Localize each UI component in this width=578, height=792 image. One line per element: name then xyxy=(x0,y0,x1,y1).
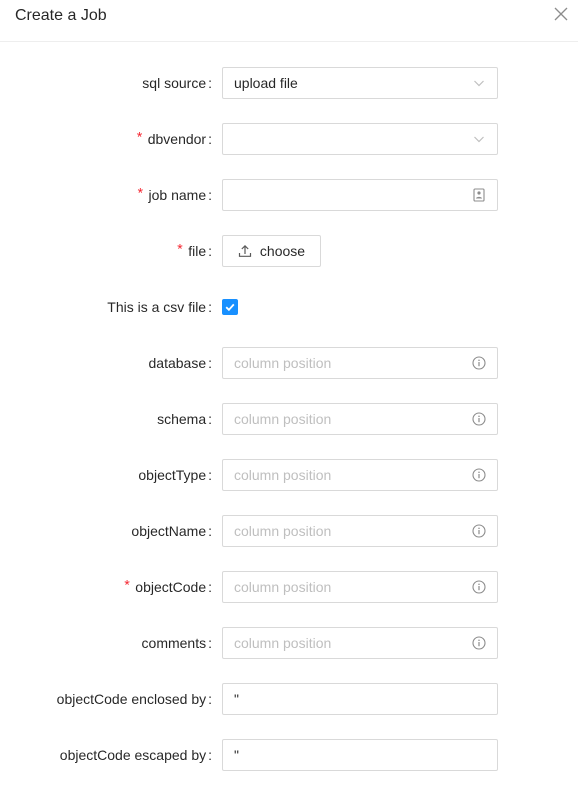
modal-header: Create a Job xyxy=(0,0,578,42)
form-row-object-name: objectName: column position xyxy=(0,515,578,547)
info-circle-icon[interactable] xyxy=(471,411,487,427)
dbvendor-label: * dbvendor: xyxy=(135,131,212,147)
object-type-label-text: objectType xyxy=(138,467,207,483)
form-row-escaped-by: objectCode escaped by: " xyxy=(0,739,578,771)
info-circle-icon[interactable] xyxy=(471,579,487,595)
object-code-label-text: objectCode xyxy=(135,579,207,595)
object-code-input[interactable]: column position xyxy=(222,571,498,603)
object-name-label-text: objectName xyxy=(131,523,207,539)
form-row-sql-source: sql source: upload file xyxy=(0,67,578,99)
schema-placeholder: column position xyxy=(234,411,332,427)
comments-label: comments: xyxy=(141,635,212,651)
comments-placeholder: column position xyxy=(234,635,332,651)
file-label-text: file xyxy=(188,243,207,259)
schema-label: schema: xyxy=(157,411,212,427)
comments-input[interactable]: column position xyxy=(222,627,498,659)
choose-file-button-label: choose xyxy=(259,243,306,259)
database-input[interactable]: column position xyxy=(222,347,498,379)
escaped-by-value: " xyxy=(234,747,239,763)
object-type-placeholder: column position xyxy=(234,467,332,483)
form-row-dbvendor: * dbvendor: xyxy=(0,123,578,155)
database-label: database: xyxy=(148,355,213,371)
csv-checkbox[interactable] xyxy=(222,299,238,315)
schema-input[interactable]: column position xyxy=(222,403,498,435)
csv-label-text: This is a csv file xyxy=(107,299,207,315)
check-icon xyxy=(225,303,235,312)
object-type-input[interactable]: column position xyxy=(222,459,498,491)
job-name-input[interactable] xyxy=(222,179,498,211)
dbvendor-select[interactable] xyxy=(222,123,498,155)
database-placeholder: column position xyxy=(234,355,332,371)
chevron-down-icon xyxy=(471,75,487,91)
upload-icon xyxy=(238,244,252,258)
form-row-database: database: column position xyxy=(0,347,578,379)
info-circle-icon[interactable] xyxy=(471,355,487,371)
info-circle-icon[interactable] xyxy=(471,467,487,483)
form-row-file: * file: choose xyxy=(0,235,578,267)
object-code-placeholder: column position xyxy=(234,579,332,595)
dbvendor-label-text: dbvendor xyxy=(147,131,207,147)
form-row-schema: schema: column position xyxy=(0,403,578,435)
form-row-csv: This is a csv file: xyxy=(0,291,578,323)
required-mark: * xyxy=(136,187,145,203)
modal-title: Create a Job xyxy=(15,7,107,24)
comments-label-text: comments xyxy=(141,635,207,651)
enclosed-by-label: objectCode enclosed by: xyxy=(56,691,212,707)
sql-source-select[interactable]: upload file xyxy=(222,67,498,99)
enclosed-by-value: " xyxy=(234,691,239,707)
close-icon[interactable] xyxy=(552,5,570,23)
info-circle-icon[interactable] xyxy=(471,523,487,539)
required-mark: * xyxy=(175,243,185,259)
form-row-object-code: * objectCode: column position xyxy=(0,571,578,603)
escaped-by-input[interactable]: " xyxy=(222,739,498,771)
sql-source-value: upload file xyxy=(234,75,298,91)
csv-label: This is a csv file: xyxy=(107,299,212,315)
schema-label-text: schema xyxy=(157,411,207,427)
job-name-label: * job name: xyxy=(136,187,212,203)
escaped-by-label-text: objectCode escaped by xyxy=(59,747,207,763)
form-row-enclosed-by: objectCode enclosed by: " xyxy=(0,683,578,715)
job-name-label-text: job name xyxy=(148,187,207,203)
file-label: * file: xyxy=(175,243,212,259)
choose-file-button[interactable]: choose xyxy=(222,235,321,267)
sql-source-label-text: sql source xyxy=(142,75,207,91)
form-row-object-type: objectType: column position xyxy=(0,459,578,491)
info-circle-icon[interactable] xyxy=(471,635,487,651)
form-row-comments: comments: column position xyxy=(0,627,578,659)
escaped-by-label: objectCode escaped by: xyxy=(59,747,212,763)
object-type-label: objectType: xyxy=(138,467,212,483)
required-mark: * xyxy=(135,131,144,147)
chevron-down-icon xyxy=(471,131,487,147)
object-code-label: * objectCode: xyxy=(122,579,212,595)
required-mark: * xyxy=(122,579,132,595)
form-row-job-name: * job name: xyxy=(0,179,578,211)
object-name-label: objectName: xyxy=(131,523,212,539)
create-job-modal: Create a Job sql source: upload file * db… xyxy=(0,0,578,792)
sql-source-label: sql source: xyxy=(142,75,212,91)
enclosed-by-label-text: objectCode enclosed by xyxy=(56,691,207,707)
object-name-input[interactable]: column position xyxy=(222,515,498,547)
contact-card-icon[interactable] xyxy=(471,187,487,203)
database-label-text: database xyxy=(148,355,207,371)
enclosed-by-input[interactable]: " xyxy=(222,683,498,715)
object-name-placeholder: column position xyxy=(234,523,332,539)
